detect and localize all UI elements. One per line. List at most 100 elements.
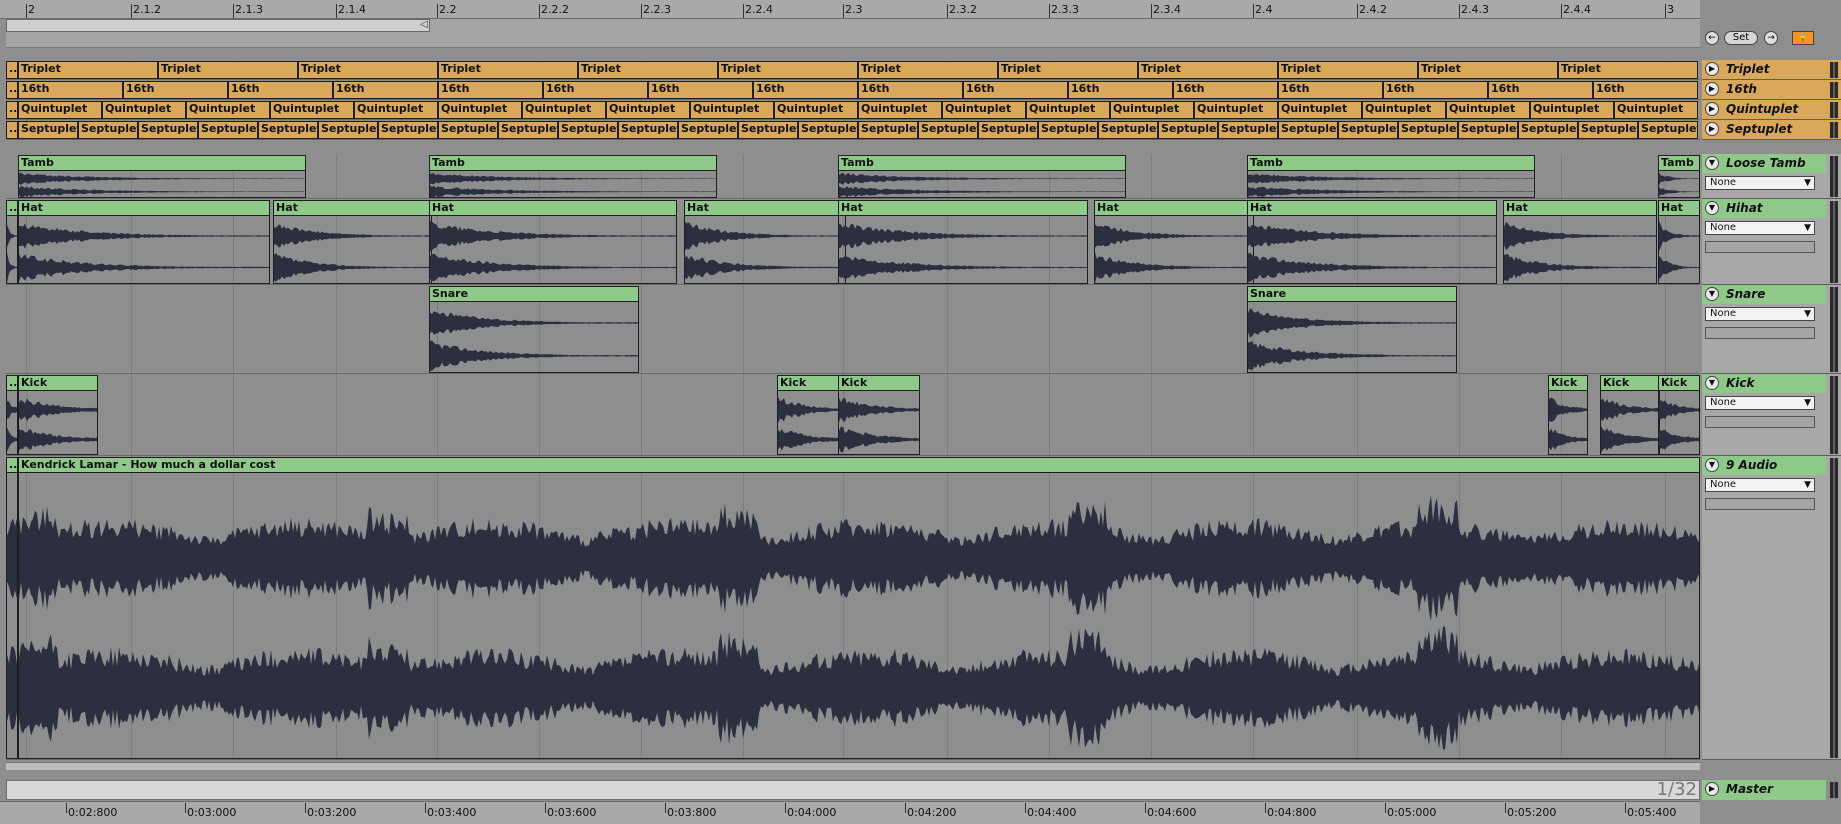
clip[interactable]: Hat (1503, 200, 1657, 284)
lock-envelopes-button[interactable]: 🔒 (1792, 31, 1814, 45)
input-channel-field[interactable] (1705, 498, 1815, 510)
clip[interactable]: Septuplet (978, 121, 1038, 139)
clip[interactable]: Triplet (1278, 61, 1418, 79)
track-header-6[interactable]: ▼ Snare None ▼ (1702, 285, 1841, 374)
clip[interactable]: Septuplet (558, 121, 618, 139)
track-header-4[interactable]: ▼ Loose Tamb None ▼ (1702, 154, 1841, 199)
clip[interactable]: Hat (1658, 200, 1700, 284)
clip[interactable]: Septuplet (318, 121, 378, 139)
clip[interactable]: Hat (18, 200, 270, 284)
clip[interactable]: ... (6, 457, 18, 759)
clip[interactable]: Septuplet (258, 121, 318, 139)
clip[interactable]: Kick (777, 375, 839, 455)
clip[interactable]: 16th (543, 81, 648, 99)
clip[interactable]: Septuplet (1458, 121, 1518, 139)
clip[interactable]: Septuplet (618, 121, 678, 139)
clip[interactable]: Quintuplet (858, 101, 942, 119)
arrangement-lanes[interactable]: ... Triplet Triplet Triplet Triplet Triplet Tr… (6, 60, 1700, 760)
clip[interactable]: Septuplet (1218, 121, 1278, 139)
lane-4[interactable]: Tamb Tamb Tamb Tamb Tamb (6, 154, 1700, 199)
clip[interactable]: Quintuplet (1446, 101, 1530, 119)
loop-end-handle-icon[interactable]: ◁ (418, 19, 430, 32)
clip[interactable]: Septuplet (18, 121, 78, 139)
track-header-0[interactable]: ▶ Triplet (1702, 60, 1841, 80)
clip[interactable]: ... (6, 375, 18, 455)
clip[interactable]: Septuplet (1098, 121, 1158, 139)
clip[interactable]: Kendrick Lamar - How much a dollar cost (18, 457, 1700, 759)
clip[interactable]: Septuplet (1278, 121, 1338, 139)
clip[interactable]: 16th (753, 81, 858, 99)
grid-zoom-readout[interactable]: 1/32 (1657, 781, 1697, 799)
clip[interactable]: Kick (1600, 375, 1660, 455)
loop-region-strip[interactable]: ◁ (6, 19, 1700, 48)
clip[interactable]: 16th (648, 81, 753, 99)
clip[interactable]: ... (6, 200, 18, 284)
clip[interactable]: Septuplet (198, 121, 258, 139)
lane-7[interactable]: ...KickKickKickKickKickKick (6, 374, 1700, 456)
clip[interactable]: Hat (429, 200, 677, 284)
track-header-1[interactable]: ▶ 16th (1702, 80, 1841, 100)
lane-5[interactable]: ...HatHatHatHatHatHatHatHatHat (6, 199, 1700, 285)
clip[interactable]: Hat (684, 200, 846, 284)
clip[interactable]: Septuplet (498, 121, 558, 139)
clip[interactable]: Septuplet (1338, 121, 1398, 139)
clip[interactable]: 16th (1593, 81, 1698, 99)
input-type-dropdown[interactable]: None ▼ (1705, 478, 1815, 492)
clip[interactable]: Quintuplet (1530, 101, 1614, 119)
clip[interactable]: 16th (333, 81, 438, 99)
clip[interactable]: Triplet (1558, 61, 1698, 79)
clip[interactable]: Septuplet (678, 121, 738, 139)
lane-1[interactable]: ... 16th 16th 16th 16th 16th 16th 16th 16th 16th 1… (6, 80, 1700, 100)
clip[interactable]: 16th (438, 81, 543, 99)
clip[interactable]: Kick (1548, 375, 1588, 455)
clip[interactable]: ... (6, 81, 18, 99)
clip[interactable]: 16th (1173, 81, 1278, 99)
input-channel-field[interactable] (1705, 416, 1815, 428)
clip[interactable]: Quintuplet (1614, 101, 1698, 119)
lane-6[interactable]: Snare Snare (6, 285, 1700, 374)
clip[interactable]: Septuplet (858, 121, 918, 139)
clip[interactable]: Triplet (998, 61, 1138, 79)
clip[interactable]: Triplet (1418, 61, 1558, 79)
clip[interactable]: Triplet (18, 61, 158, 79)
beat-ruler[interactable]: 2 2.1.2 2.1.3 2.1.4 2.2 2.2.2 2.2.3 2.2.4 2.3 2.3… (0, 0, 1700, 19)
clip[interactable]: 16th (1068, 81, 1173, 99)
clip[interactable]: Tamb (429, 155, 717, 198)
clip[interactable]: Septuplet (1518, 121, 1578, 139)
time-ruler[interactable]: 0:02:800 0:03:000 0:03:200 0:03:400 0:03:600… (0, 801, 1700, 824)
input-channel-field[interactable] (1705, 241, 1815, 253)
clip[interactable]: Tamb (1658, 155, 1700, 198)
input-type-dropdown[interactable]: None ▼ (1705, 396, 1815, 410)
master-track-header[interactable]: ▶ Master (1702, 780, 1841, 800)
clip[interactable]: 16th (18, 81, 123, 99)
clip[interactable]: Septuplet (1638, 121, 1698, 139)
clip[interactable]: Triplet (1138, 61, 1278, 79)
clip[interactable]: Quintuplet (102, 101, 186, 119)
track-header-5[interactable]: ▼ Hihat None ▼ (1702, 199, 1841, 285)
track-header-7[interactable]: ▼ Kick None ▼ (1702, 374, 1841, 456)
clip[interactable]: Hat (1094, 200, 1254, 284)
clip[interactable]: Quintuplet (354, 101, 438, 119)
lane-8[interactable]: ...Kendrick Lamar - How much a dollar co… (6, 456, 1700, 760)
master-play-icon[interactable]: ▶ (1705, 782, 1719, 796)
clip[interactable]: Hat (1247, 200, 1497, 284)
clip[interactable]: 16th (228, 81, 333, 99)
clip[interactable]: Hat (273, 200, 432, 284)
next-locator-button[interactable]: → (1764, 31, 1778, 45)
clip[interactable]: Triplet (298, 61, 438, 79)
clip[interactable]: Septuplet (738, 121, 798, 139)
clip[interactable]: ... (6, 101, 18, 119)
clip[interactable]: Tamb (18, 155, 306, 198)
track-header-2[interactable]: ▶ Quintuplet (1702, 100, 1841, 120)
clip[interactable]: Quintuplet (522, 101, 606, 119)
clip[interactable]: 16th (1383, 81, 1488, 99)
clip[interactable]: Triplet (438, 61, 578, 79)
clip[interactable]: 16th (1488, 81, 1593, 99)
lane-0[interactable]: ... Triplet Triplet Triplet Triplet Triplet Tr… (6, 60, 1700, 80)
clip[interactable]: Quintuplet (186, 101, 270, 119)
track-play-icon[interactable]: ▶ (1705, 102, 1719, 116)
clip[interactable]: ... (6, 121, 18, 139)
horizontal-scrollbar[interactable] (6, 762, 1700, 770)
input-type-dropdown[interactable]: None ▼ (1705, 221, 1815, 235)
clip[interactable]: Quintuplet (1278, 101, 1362, 119)
